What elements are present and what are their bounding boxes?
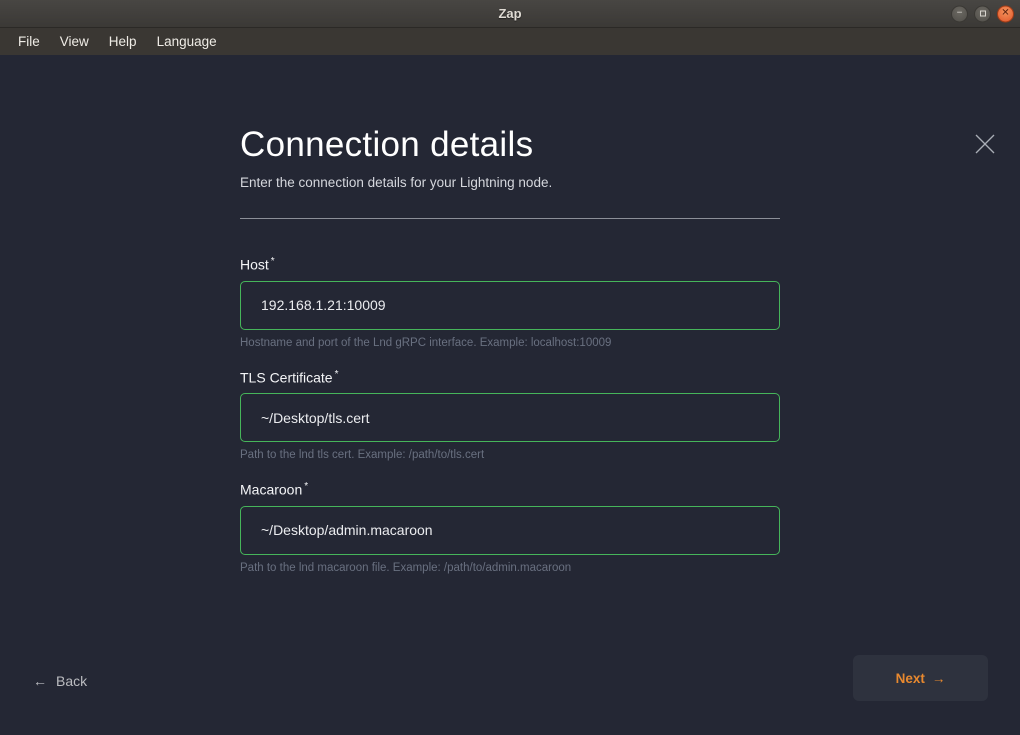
macaroon-label-text: Macaroon — [240, 482, 302, 498]
divider — [240, 218, 780, 219]
menu-view[interactable]: View — [50, 28, 99, 55]
page-subtitle: Enter the connection details for your Li… — [240, 175, 780, 190]
menubar: File View Help Language — [0, 28, 1020, 55]
minimize-icon: − — [957, 9, 963, 19]
macaroon-input[interactable] — [240, 506, 780, 555]
host-input[interactable] — [240, 281, 780, 330]
menu-language[interactable]: Language — [147, 28, 227, 55]
tls-cert-help-text: Path to the lnd tls cert. Example: /path… — [240, 449, 780, 461]
window-controls: − ✕ — [951, 5, 1014, 22]
tls-cert-field-group: TLS Certificate* Path to the lnd tls cer… — [240, 369, 780, 462]
maximize-icon — [980, 11, 986, 17]
back-label: Back — [56, 673, 87, 689]
dialog-column: Connection details Enter the connection … — [240, 125, 780, 594]
minimize-button[interactable]: − — [951, 5, 968, 22]
page-title: Connection details — [240, 125, 780, 165]
connection-form: Host* Hostname and port of the Lnd gRPC … — [240, 256, 780, 574]
macaroon-label: Macaroon* — [240, 481, 780, 498]
close-dialog-button[interactable] — [972, 131, 998, 157]
tls-cert-label-text: TLS Certificate — [240, 369, 333, 385]
close-window-icon: ✕ — [1001, 9, 1009, 19]
host-help-text: Hostname and port of the Lnd gRPC interf… — [240, 337, 780, 349]
required-marker: * — [304, 481, 308, 492]
titlebar[interactable]: Zap − ✕ — [0, 0, 1020, 28]
back-button[interactable]: ← Back — [33, 673, 87, 689]
window-title: Zap — [0, 0, 1020, 28]
macaroon-help-text: Path to the lnd macaroon file. Example: … — [240, 562, 780, 574]
host-field-group: Host* Hostname and port of the Lnd gRPC … — [240, 256, 780, 349]
next-arrow-icon: → — [932, 671, 946, 686]
menu-help[interactable]: Help — [99, 28, 147, 55]
close-window-button[interactable]: ✕ — [997, 5, 1014, 22]
macaroon-field-group: Macaroon* Path to the lnd macaroon file.… — [240, 481, 780, 574]
maximize-button[interactable] — [974, 5, 991, 22]
required-marker: * — [335, 369, 339, 380]
back-arrow-icon: ← — [33, 673, 47, 689]
required-marker: * — [271, 256, 275, 267]
close-icon — [973, 132, 997, 156]
connection-details-screen: Connection details Enter the connection … — [0, 55, 1020, 735]
app-window: Zap − ✕ File View Help Language — [0, 0, 1020, 735]
next-button[interactable]: Next → — [853, 655, 988, 701]
menu-file[interactable]: File — [8, 28, 50, 55]
next-label: Next — [896, 671, 925, 686]
host-label: Host* — [240, 256, 780, 273]
host-label-text: Host — [240, 257, 269, 273]
tls-cert-label: TLS Certificate* — [240, 369, 780, 386]
tls-cert-input[interactable] — [240, 393, 780, 442]
